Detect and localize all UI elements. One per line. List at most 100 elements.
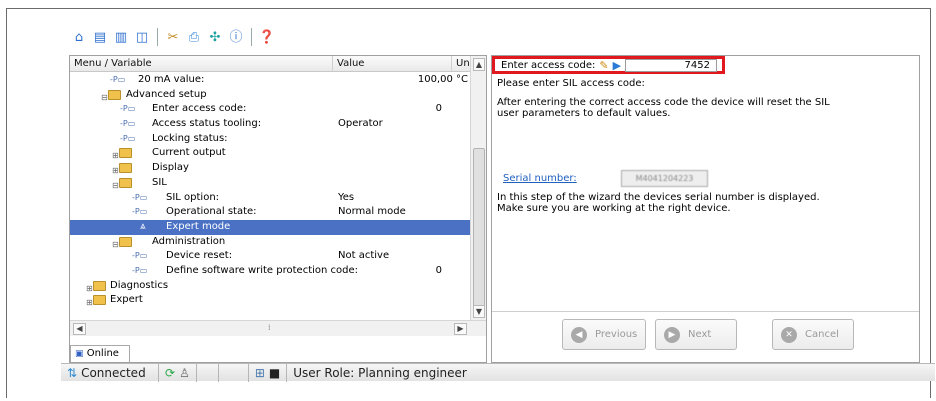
row-label: 20 mA value: (138, 74, 205, 85)
parameter-icon: -P▭ (120, 133, 136, 143)
parameter-icon: -P▭ (132, 207, 148, 217)
row-value: Yes (338, 191, 355, 203)
scroll-thumb[interactable] (473, 148, 485, 312)
stop-icon[interactable]: ■ (269, 366, 280, 380)
row-label: Expert (110, 294, 143, 306)
reset-note-line-2: user parameters to default values. (497, 108, 671, 119)
tree-row-write-protection[interactable]: -P▭ Define software write protection cod… (70, 264, 470, 279)
menu-tree: -P▭ 20 mA value: 100,00 °C ⊟ Advanced se… (70, 73, 470, 308)
wizard-icon: ⩓ (140, 220, 146, 232)
folder-icon: ⊞ (86, 295, 106, 308)
tree-row-enter-access-code[interactable]: -P▭ Enter access code: 0 (70, 102, 470, 117)
play-icon[interactable]: ▶ (613, 59, 621, 72)
tools-icon[interactable]: ✂ (164, 28, 182, 46)
tree-row-current-output[interactable]: ⊞ Current output (70, 146, 470, 161)
layout-split-icon[interactable]: ▤ (91, 28, 109, 46)
row-value: Operator (338, 118, 383, 130)
layout-full-icon[interactable]: ▥ (112, 28, 130, 46)
tree-row-sil-option[interactable]: -P▭ SIL option: Yes (70, 191, 470, 206)
previous-button[interactable]: ◀ Previous (562, 319, 646, 350)
reset-note-line-1: After entering the correct access code t… (497, 97, 830, 108)
tab-online[interactable]: ▣ Online (70, 345, 130, 362)
parameter-icon: -P▭ (120, 104, 136, 114)
tree-row-20ma-value[interactable]: -P▭ 20 mA value: 100,00 °C (70, 73, 470, 88)
parameter-icon: -P▭ (132, 251, 148, 261)
cancel-button[interactable]: ✕ Cancel (772, 319, 854, 350)
row-label: SIL (152, 176, 167, 188)
connection-label: Connected (81, 365, 146, 380)
grid-header: Menu / Variable Value Unit (70, 56, 486, 72)
row-label: Access status tooling: (152, 118, 262, 130)
parameter-icon: -P▭ (110, 75, 126, 84)
tree-row-display[interactable]: ⊞ Display (70, 161, 470, 176)
row-label: SIL option: (166, 191, 220, 203)
folder-icon: ⊞ (112, 163, 132, 176)
row-label: Device reset: (166, 250, 233, 262)
row-label: Display (152, 162, 189, 174)
tree-row-administration[interactable]: ⊟ Administration (70, 235, 470, 250)
user-icon[interactable]: ♙ (179, 366, 190, 380)
info-icon[interactable]: ⓘ (227, 28, 245, 46)
row-label: Define software write protection code: (166, 264, 359, 276)
scroll-right-icon[interactable]: ▶ (454, 323, 467, 335)
tree-row-expert-mode[interactable]: ⩓ Expert mode (70, 219, 470, 235)
wizard-panel: Enter access code: ✎ ▶ Please enter SIL … (491, 55, 920, 363)
scroll-left-icon[interactable]: ◀ (73, 323, 86, 335)
tab-label: Online (86, 348, 119, 359)
tree-row-access-status[interactable]: -P▭ Access status tooling: Operator (70, 117, 470, 132)
next-button[interactable]: ▶ Next (655, 319, 737, 350)
column-header-menu[interactable]: Menu / Variable (70, 56, 333, 72)
folder-open-icon: ⊟ (112, 177, 132, 191)
row-value: 100,00 °C (417, 74, 468, 85)
serial-note-line-1: In this step of the wizard the devices s… (497, 192, 820, 203)
serial-number-link[interactable]: Serial number: (503, 173, 577, 184)
toolbar: ⌂ ▤ ▥ ◫ ✂ ⎙ ✣ ⓘ ❓ (70, 25, 276, 49)
user-role-label: User Role: Planning engineer (293, 365, 467, 380)
scroll-grip-icon[interactable]: ⁞ (268, 323, 271, 332)
network-icon[interactable]: ✣ (206, 28, 224, 46)
status-icons-b: ⊞ ■ (249, 363, 288, 382)
horizontal-scrollbar[interactable]: ◀ ⁞ ▶ (70, 320, 486, 336)
folder-open-icon: ⊟ (101, 89, 121, 103)
parameter-icon: -P▭ (132, 192, 148, 202)
row-label: Operational state: (166, 206, 257, 218)
help-icon[interactable]: ❓ (258, 28, 276, 46)
parameter-icon: -P▭ (132, 265, 148, 275)
folder-icon: ⊞ (86, 280, 106, 294)
tree-row-locking-status[interactable]: -P▭ Locking status: (70, 132, 470, 147)
serial-note-line-2: Make sure you are working at the right d… (497, 203, 731, 214)
home-icon[interactable]: ⌂ (70, 28, 88, 46)
row-label: Diagnostics (110, 279, 169, 291)
access-code-label: Enter access code: (501, 59, 596, 71)
device-icon[interactable]: ⊞ (255, 366, 265, 380)
print-icon[interactable]: ⎙ (185, 28, 203, 46)
tree-row-diagnostics[interactable]: ⊞ Diagnostics (70, 279, 470, 294)
tree-row-expert[interactable]: ⊞ Expert (70, 293, 470, 308)
window-icon[interactable]: ◫ (133, 28, 151, 46)
status-icons-a: ⟳ ♙ (159, 363, 197, 382)
pencil-icon[interactable]: ✎ (599, 59, 608, 72)
tree-row-device-reset[interactable]: -P▭ Device reset: Not active (70, 249, 470, 264)
tree-row-operational-state[interactable]: -P▭ Operational state: Normal mode (70, 205, 470, 220)
row-value: 0 (435, 264, 442, 276)
row-value: 0 (435, 103, 442, 115)
row-label: Locking status: (152, 132, 228, 144)
connection-icon: ⇅ (67, 365, 78, 380)
access-code-input[interactable] (625, 59, 717, 72)
refresh-icon[interactable]: ⟳ (165, 366, 175, 380)
toolbar-separator (157, 28, 158, 46)
status-blank-a (197, 363, 219, 382)
vertical-scrollbar[interactable]: ▲ ▼ (470, 56, 486, 320)
row-label: Enter access code: (152, 103, 247, 115)
toolbar-separator (251, 28, 252, 46)
tree-row-sil[interactable]: ⊟ SIL (70, 176, 470, 191)
scroll-down-icon[interactable]: ▼ (473, 305, 485, 318)
scroll-up-icon[interactable]: ▲ (473, 58, 485, 71)
tree-row-advanced-setup[interactable]: ⊟ Advanced setup (70, 88, 470, 103)
folder-open-icon: ⊟ (112, 236, 132, 250)
column-header-value[interactable]: Value (333, 56, 452, 72)
access-code-row: Enter access code: ✎ ▶ (492, 56, 725, 74)
online-icon: ▣ (75, 349, 84, 359)
row-value: Normal mode (338, 206, 406, 218)
next-icon: ▶ (664, 326, 680, 343)
